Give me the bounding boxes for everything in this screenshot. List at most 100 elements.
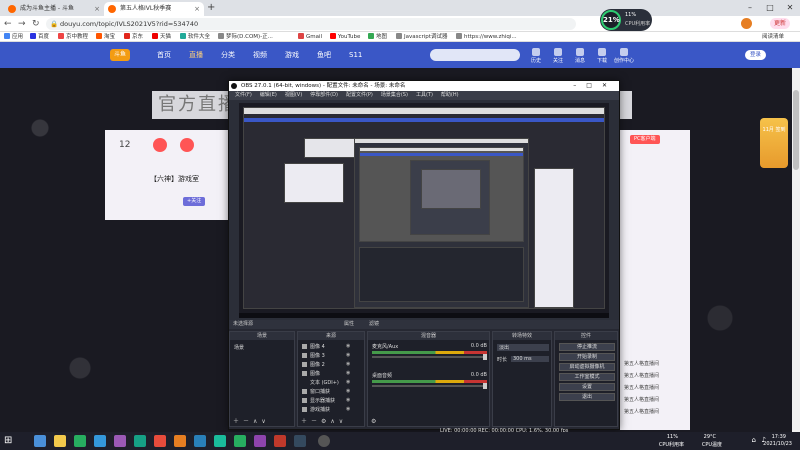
bookmark-software[interactable]: 软件大全 bbox=[180, 32, 210, 42]
reading-list[interactable]: 阅读清单 bbox=[762, 32, 784, 42]
profile-avatar[interactable] bbox=[741, 18, 752, 29]
visibility-icon[interactable]: ◉ bbox=[346, 388, 350, 394]
properties-tab[interactable]: 属性 bbox=[344, 320, 354, 329]
nav-s11[interactable]: S11 bbox=[349, 42, 362, 68]
volume-slider[interactable] bbox=[372, 383, 487, 389]
nav-yuba[interactable]: 鱼吧 bbox=[317, 42, 331, 68]
close-icon[interactable]: ✕ bbox=[780, 0, 800, 16]
list-item[interactable]: 第五人格直播间 bbox=[624, 396, 659, 403]
pc-client-button[interactable]: PC客户端 bbox=[630, 135, 660, 144]
taskbar-app-icon[interactable] bbox=[274, 435, 286, 447]
obs-preview-canvas[interactable] bbox=[239, 103, 609, 313]
nav-live[interactable]: 直播 bbox=[189, 42, 203, 68]
taskbar-app-icon[interactable] bbox=[34, 435, 46, 447]
menu-docks[interactable]: 停靠部件(D) bbox=[310, 91, 338, 100]
studio-mode-button[interactable]: 工作室模式 bbox=[559, 373, 615, 381]
new-tab-icon[interactable]: + bbox=[207, 2, 215, 14]
taskbar-app-icon[interactable] bbox=[54, 435, 66, 447]
nav-category[interactable]: 分类 bbox=[221, 42, 235, 68]
download-icon[interactable]: 下载 bbox=[591, 46, 613, 64]
visibility-icon[interactable]: ◉ bbox=[346, 343, 350, 349]
taskbar-app-icon[interactable] bbox=[234, 435, 246, 447]
bookmark-apps[interactable]: 应用 bbox=[4, 32, 23, 42]
filters-tab[interactable]: 滤镜 bbox=[369, 320, 379, 329]
taskbar-app-icon[interactable] bbox=[174, 435, 186, 447]
taskbar-app-icon[interactable] bbox=[294, 435, 306, 447]
signin-gift-banner[interactable]: 11月 签到 bbox=[760, 118, 788, 168]
bookmark-jd[interactable]: 京东 bbox=[124, 32, 143, 42]
url-input[interactable]: 🔒 douyu.com/topic/IVLS2021V5?rid=534740 bbox=[46, 18, 576, 30]
start-recording-button[interactable]: 开始录制 bbox=[559, 353, 615, 361]
visibility-icon[interactable]: ◉ bbox=[346, 352, 350, 358]
taskbar-app-icon[interactable] bbox=[94, 435, 106, 447]
bookmark-youtube[interactable]: YouTube bbox=[330, 32, 360, 42]
login-button[interactable]: 登录 bbox=[745, 50, 767, 60]
taskbar-app-icon[interactable] bbox=[114, 435, 126, 447]
forward-icon[interactable]: → bbox=[18, 18, 26, 30]
slider-handle[interactable] bbox=[483, 354, 487, 360]
bookmark-jingzhong[interactable]: 京中教程 bbox=[58, 32, 88, 42]
menu-file[interactable]: 文件(F) bbox=[235, 91, 252, 100]
source-item[interactable]: 图像 2 ◉ bbox=[302, 361, 350, 368]
bookmark-mengji[interactable]: 梦际(D.COM)-正... bbox=[218, 32, 273, 42]
visibility-icon[interactable]: ◉ bbox=[346, 406, 350, 412]
visibility-icon[interactable]: ◉ bbox=[346, 397, 350, 403]
menu-view[interactable]: 视图(V) bbox=[285, 91, 302, 100]
windows-start-icon[interactable]: ⊞ bbox=[4, 436, 12, 446]
tab-close-icon[interactable]: × bbox=[94, 2, 100, 16]
virtual-camera-button[interactable]: 启动虚拟摄像机 bbox=[559, 363, 615, 371]
mixer-controls[interactable]: ⚙ bbox=[368, 417, 489, 426]
exit-button[interactable]: 退出 bbox=[559, 393, 615, 401]
taskbar-app-icon[interactable] bbox=[254, 435, 266, 447]
source-item[interactable]: 显示器捕获 ◉ bbox=[302, 397, 350, 404]
browser-tab-2[interactable]: 第五人格IVL秋季赛 × bbox=[104, 2, 204, 16]
minimize-icon[interactable]: – bbox=[740, 0, 760, 16]
duration-input[interactable]: 300 ms bbox=[511, 356, 549, 362]
site-search-input[interactable] bbox=[430, 49, 520, 61]
list-item[interactable]: 第五人格直播间 bbox=[624, 408, 659, 415]
menu-tools[interactable]: 工具(T) bbox=[416, 91, 433, 100]
menu-scene-collection[interactable]: 场景集合(S) bbox=[381, 91, 408, 100]
nav-home[interactable]: 首页 bbox=[157, 42, 171, 68]
nav-video[interactable]: 视频 bbox=[253, 42, 267, 68]
source-item[interactable]: 图像 ◉ bbox=[302, 370, 350, 377]
bookmark-gmail[interactable]: Gmail bbox=[298, 32, 322, 42]
source-item[interactable]: 图像 3 ◉ bbox=[302, 352, 350, 359]
bookmark-tmall[interactable]: 天猫 bbox=[152, 32, 171, 42]
obs-taskbar-icon[interactable] bbox=[318, 435, 330, 447]
follow-button[interactable]: +关注 bbox=[183, 197, 206, 206]
scene-controls[interactable]: ＋－∧∨ bbox=[230, 417, 294, 426]
site-logo[interactable]: 斗鱼 bbox=[110, 49, 131, 61]
reload-icon[interactable]: ↻ bbox=[32, 18, 40, 30]
visibility-icon[interactable]: ◉ bbox=[346, 379, 350, 385]
bookmark-maps[interactable]: 地图 bbox=[368, 32, 387, 42]
clock-time[interactable]: 17:39 bbox=[772, 434, 786, 440]
bookmark-taobao[interactable]: 淘宝 bbox=[96, 32, 115, 42]
bookmark-baidu[interactable]: 百度 bbox=[30, 32, 49, 42]
clock-date[interactable]: 2021/10/23 bbox=[763, 441, 792, 447]
volume-slider[interactable] bbox=[372, 354, 487, 360]
visibility-icon[interactable]: ◉ bbox=[346, 361, 350, 367]
menu-edit[interactable]: 编辑(E) bbox=[260, 91, 277, 100]
taskbar-app-icon[interactable] bbox=[154, 435, 166, 447]
slider-handle[interactable] bbox=[483, 383, 487, 389]
list-item[interactable]: 第五人格直播间 bbox=[624, 360, 659, 367]
transition-select[interactable]: 淡出 bbox=[497, 344, 549, 351]
message-icon[interactable]: 消息 bbox=[569, 46, 591, 64]
visibility-icon[interactable]: ◉ bbox=[346, 370, 350, 376]
back-icon[interactable]: ← bbox=[4, 18, 12, 30]
nav-games[interactable]: 游戏 bbox=[285, 42, 299, 68]
tab-close-icon[interactable]: × bbox=[194, 2, 200, 16]
obs-window-controls[interactable]: –□✕ bbox=[573, 81, 617, 91]
menu-profile[interactable]: 配置文件(P) bbox=[346, 91, 373, 100]
bookmark-zhiqi[interactable]: https://www.zhiqi... bbox=[456, 32, 517, 42]
creator-icon[interactable]: 创作中心 bbox=[613, 46, 635, 64]
source-item[interactable]: 文本 (GDI+) ◉ bbox=[302, 379, 350, 386]
scene-item[interactable]: 场景 bbox=[234, 344, 244, 351]
network-icon[interactable]: ⌂ bbox=[752, 436, 756, 444]
taskbar-app-icon[interactable] bbox=[134, 435, 146, 447]
bookmark-js-debugger[interactable]: Javascript调试器 bbox=[396, 32, 447, 42]
maximize-icon[interactable]: □ bbox=[760, 0, 780, 16]
scrollbar-thumb[interactable] bbox=[793, 90, 799, 170]
list-item[interactable]: 第五人格直播间 bbox=[624, 384, 659, 391]
